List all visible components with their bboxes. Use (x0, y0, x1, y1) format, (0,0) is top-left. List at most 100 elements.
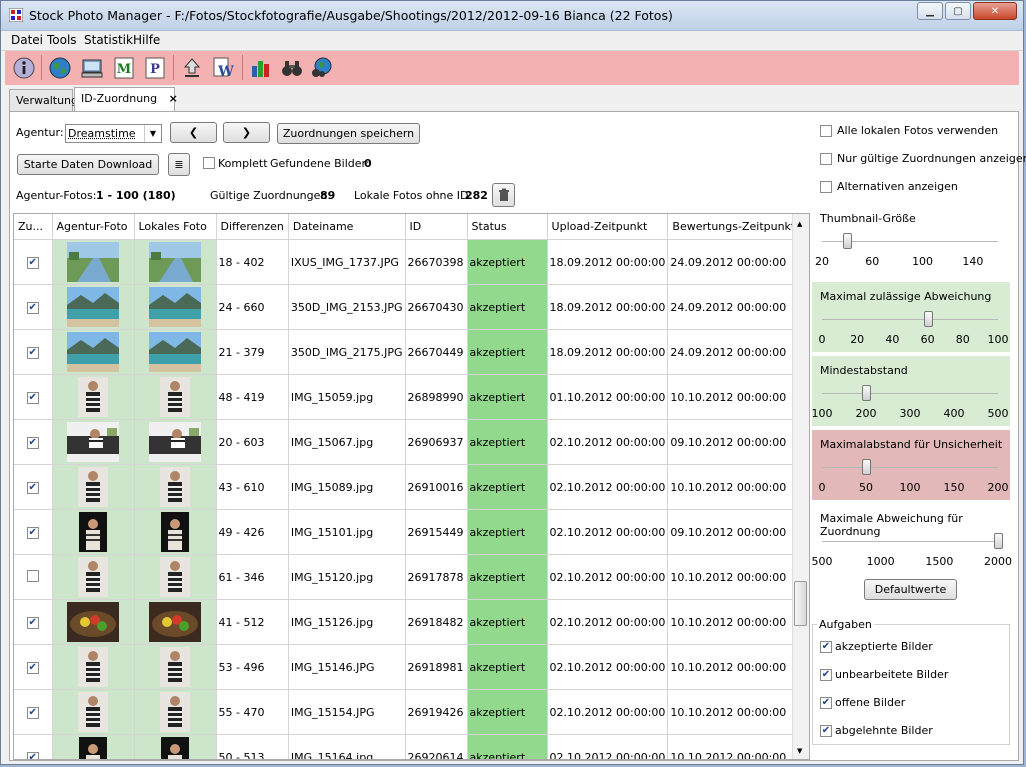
table-row[interactable]: ✔ 18 - 402 IXUS_IMG_1737.JPG 26670398 akzept… (14, 239, 801, 285)
m-icon[interactable]: M (110, 54, 137, 81)
slider-track[interactable] (822, 319, 998, 320)
menu-datei[interactable]: Datei (11, 33, 43, 47)
computer-icon[interactable] (78, 54, 105, 81)
upload-icon[interactable] (178, 54, 205, 81)
row-checkbox[interactable]: ✔ (26, 662, 39, 674)
column-header-dateiname[interactable]: Dateiname (288, 214, 406, 240)
table-row[interactable]: ✔ 53 - 496 IMG_15146.JPG 26918981 akzeptiert… (14, 644, 801, 690)
agentur-select[interactable]: Dreamstime ▼ (65, 124, 162, 143)
agentur-thumbnail[interactable] (79, 737, 107, 759)
lokales-thumbnail[interactable] (149, 602, 201, 642)
column-header-lokales-foto[interactable]: Lokales Foto (134, 214, 217, 240)
column-header-status[interactable]: Status (467, 214, 548, 240)
lokales-thumbnail[interactable] (160, 467, 190, 507)
binoculars-icon[interactable] (278, 54, 305, 81)
slider-handle[interactable] (994, 533, 1003, 549)
p-icon[interactable]: P (141, 54, 168, 81)
bar-chart-icon[interactable] (247, 54, 274, 81)
table-row[interactable]: ✔ 21 - 379 350D_IMG_2175.JPG 26670449 akzept… (14, 329, 801, 375)
row-checkbox[interactable] (26, 569, 39, 582)
tab-close-icon[interactable]: × (169, 92, 178, 105)
aufgabe-checkbox[interactable]: ✔ (820, 641, 832, 653)
aufgabe-checkbox[interactable]: ✔ (820, 697, 832, 709)
komplett-checkbox[interactable] (203, 157, 215, 169)
slider-handle[interactable] (862, 385, 871, 401)
slider-track[interactable] (822, 393, 998, 394)
w-icon[interactable]: W (210, 54, 237, 81)
row-checkbox[interactable]: ✔ (26, 437, 39, 449)
agentur-thumbnail[interactable] (78, 647, 108, 687)
column-header-upload[interactable]: Upload-Zeitpunkt (547, 214, 669, 240)
row-checkbox[interactable]: ✔ (26, 752, 39, 759)
minimize-button[interactable]: ▁ (917, 2, 943, 20)
agentur-thumbnail[interactable] (78, 692, 108, 732)
table-row[interactable]: ✔ 24 - 660 350D_IMG_2153.JPG 26670430 akzept… (14, 284, 801, 330)
maximize-button[interactable]: ▢ (945, 2, 971, 20)
save-assignments-button[interactable]: Zuordnungen speichern (277, 123, 420, 144)
lokales-thumbnail[interactable] (160, 377, 190, 417)
slider-handle[interactable] (862, 459, 871, 475)
table-row[interactable]: ✔ 20 - 603 IMG_15067.jpg 26906937 akzeptiert… (14, 419, 801, 465)
lokales-thumbnail[interactable] (149, 242, 201, 282)
lokales-thumbnail[interactable] (160, 692, 190, 732)
column-header-id[interactable]: ID (405, 214, 468, 240)
lokales-thumbnail[interactable] (161, 512, 189, 552)
option-checkbox[interactable] (820, 125, 832, 137)
agentur-thumbnail[interactable] (78, 377, 108, 417)
row-checkbox[interactable]: ✔ (26, 302, 39, 314)
row-checkbox[interactable]: ✔ (26, 482, 39, 494)
start-download-button[interactable]: Starte Daten Download (17, 154, 159, 175)
defaultwerte-button[interactable]: Defaultwerte (864, 579, 957, 600)
row-checkbox[interactable]: ✔ (26, 257, 39, 269)
next-button[interactable]: ❯ (223, 122, 270, 143)
tab-verwaltung[interactable]: Verwaltung (9, 89, 78, 111)
previous-button[interactable]: ❮ (170, 122, 217, 143)
column-header-agentur-foto[interactable]: Agentur-Foto (52, 214, 135, 240)
column-header-bewertung[interactable]: Bewertungs-Zeitpunkt (667, 214, 801, 240)
lokales-thumbnail[interactable] (149, 332, 201, 372)
globe-search-icon[interactable] (307, 54, 334, 81)
slider-track[interactable] (822, 467, 998, 468)
table-row[interactable]: 61 - 346 IMG_15120.jpg 26917878 akzeptiert 0… (14, 554, 801, 600)
scroll-thumb[interactable] (794, 581, 807, 626)
menu-statistik[interactable]: Statistik (84, 33, 133, 47)
aufgabe-checkbox[interactable]: ✔ (820, 669, 832, 681)
delete-button[interactable] (492, 183, 515, 207)
agentur-thumbnail[interactable] (67, 602, 119, 642)
column-header-differenzen[interactable]: Differenzen (216, 214, 289, 240)
close-window-button[interactable]: ✕ (973, 2, 1017, 20)
table-row[interactable]: ✔ 43 - 610 IMG_15089.jpg 26910016 akzeptiert… (14, 464, 801, 510)
row-checkbox[interactable]: ✔ (26, 707, 39, 719)
lokales-thumbnail[interactable] (149, 422, 201, 462)
row-checkbox[interactable]: ✔ (26, 392, 39, 404)
column-header-zu[interactable]: Zu... (14, 214, 53, 240)
agentur-thumbnail[interactable] (67, 242, 119, 282)
table-scrollbar[interactable]: ▲ ▼ (792, 214, 809, 759)
table-row[interactable]: ✔ 55 - 470 IMG_15154.JPG 26919426 akzeptiert… (14, 689, 801, 735)
option-checkbox[interactable] (820, 153, 832, 165)
table-row[interactable]: ✔ 48 - 419 IMG_15059.jpg 26898990 akzeptiert… (14, 374, 801, 420)
slider-handle[interactable] (923, 311, 933, 327)
menu-tools[interactable]: Tools (47, 33, 77, 47)
lokales-thumbnail[interactable] (160, 557, 190, 597)
table-row[interactable]: ✔ 50 - 513 IMG_15164.jpg 26920614 akzeptiert… (14, 734, 801, 759)
lokales-thumbnail[interactable] (149, 287, 201, 327)
lokales-thumbnail[interactable] (161, 737, 189, 759)
row-checkbox[interactable]: ✔ (26, 617, 39, 629)
agentur-thumbnail[interactable] (78, 467, 108, 507)
tab-id-zuordnung[interactable]: ID-Zuordnung × (74, 87, 178, 112)
scroll-up-icon[interactable]: ▲ (797, 220, 802, 228)
settings-icon-button[interactable]: ≣ (168, 153, 190, 176)
info-icon[interactable] (10, 54, 37, 81)
slider-track[interactable] (822, 541, 998, 542)
option-checkbox[interactable] (820, 181, 832, 193)
agentur-thumbnail[interactable] (79, 512, 107, 552)
agentur-thumbnail[interactable] (67, 287, 119, 327)
row-checkbox[interactable]: ✔ (26, 347, 39, 359)
table-row[interactable]: ✔ 49 - 426 IMG_15101.jpg 26915449 akzeptiert… (14, 509, 801, 555)
agentur-thumbnail[interactable] (78, 557, 108, 597)
lokales-thumbnail[interactable] (160, 647, 190, 687)
agentur-thumbnail[interactable] (67, 332, 119, 372)
row-checkbox[interactable]: ✔ (26, 527, 39, 539)
menu-hilfe[interactable]: Hilfe (133, 33, 160, 47)
